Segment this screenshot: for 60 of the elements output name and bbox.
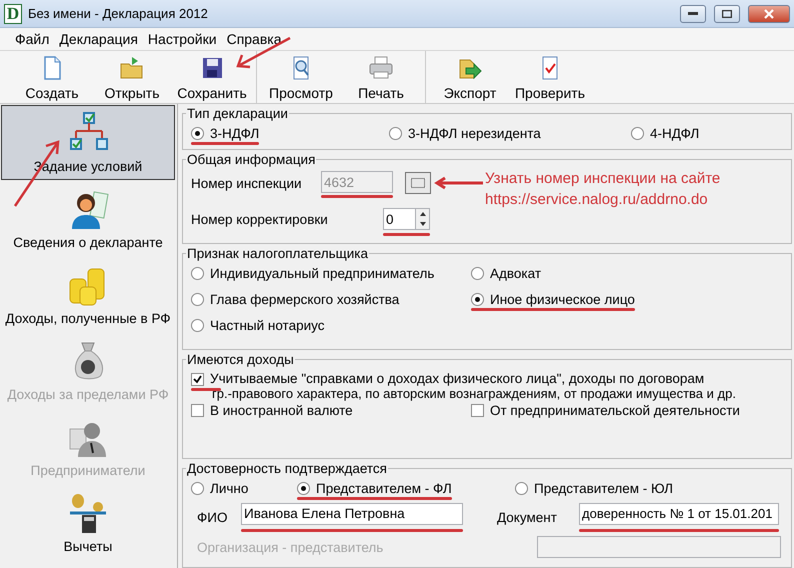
close-button[interactable] bbox=[748, 4, 790, 22]
radio-button[interactable]: 4-НДФЛ bbox=[631, 121, 700, 145]
sidebar-item[interactable]: Доходы, полученные в РФ bbox=[1, 257, 175, 332]
dotted-frame-icon bbox=[411, 178, 425, 188]
document-field[interactable]: доверенность № 1 от 15.01.201 bbox=[579, 502, 779, 524]
toolbar-button[interactable]: Сохранить bbox=[174, 51, 250, 103]
toolbar-button[interactable]: Создать bbox=[14, 51, 90, 103]
group-title: Признак налогоплательщика bbox=[186, 246, 369, 261]
checkbox-label: От предпринимательской деятельности bbox=[490, 403, 740, 418]
menu-item[interactable]: Файл bbox=[10, 31, 54, 47]
arrow-icon bbox=[433, 176, 485, 190]
group-title: Тип декларации bbox=[186, 106, 289, 121]
radio-button[interactable]: Иное физическое лицо bbox=[471, 287, 635, 311]
toolbar-button[interactable]: Печать bbox=[343, 51, 419, 103]
down-triangle-icon bbox=[420, 222, 426, 226]
window-title: Без имени - Декларация 2012 bbox=[28, 6, 209, 21]
radio-button[interactable]: Частный нотариус bbox=[191, 313, 324, 337]
field-label: Номер инспекции bbox=[191, 176, 303, 190]
field-label: Документ bbox=[497, 510, 558, 524]
menu-item[interactable]: Декларация bbox=[54, 31, 143, 47]
field-label: Номер корректировки bbox=[191, 212, 329, 226]
group-title: Достоверность подтверждается bbox=[186, 461, 388, 476]
checkbox[interactable] bbox=[471, 404, 484, 417]
maximize-icon bbox=[722, 10, 732, 18]
menu-item[interactable]: Справка bbox=[222, 31, 286, 47]
checkbox-label: Учитываемые "справками о доходах физического лица", доходы по договорам bbox=[210, 371, 704, 386]
checkbox-label: гр.-правового характера, по авторским вознаграждениям, от продажи имущества и др. bbox=[212, 386, 736, 401]
group-title: Общая информация bbox=[186, 152, 316, 167]
up-triangle-icon bbox=[420, 212, 426, 216]
checkbox[interactable] bbox=[191, 373, 204, 386]
field-label: ФИО bbox=[196, 510, 228, 524]
group-title: Имеются доходы bbox=[186, 352, 295, 367]
checkbox-label: В иностранной валюте bbox=[210, 403, 353, 418]
minimize-button[interactable] bbox=[680, 4, 706, 22]
radio-button[interactable]: 3-НДФЛ bbox=[191, 121, 260, 145]
radio-button[interactable]: Адвокат bbox=[471, 261, 542, 285]
radio-button[interactable]: Индивидуальный предприниматель bbox=[191, 261, 434, 285]
maximize-button[interactable] bbox=[714, 4, 740, 22]
radio-button[interactable]: Представителем - ЮЛ bbox=[515, 476, 673, 500]
checkbox[interactable] bbox=[191, 404, 204, 417]
annotation-text: Узнать номер инспекции на сайте bbox=[485, 170, 720, 187]
toolbar-button[interactable]: Просмотр bbox=[263, 51, 339, 103]
toolbar-button[interactable]: Экспорт bbox=[432, 51, 508, 103]
correction-number-field[interactable]: 0 bbox=[383, 208, 415, 230]
toolbar-button[interactable]: Проверить bbox=[512, 51, 588, 103]
radio-button[interactable]: Глава фермерского хозяйства bbox=[191, 287, 400, 311]
app-logo: D bbox=[4, 4, 22, 24]
minimize-icon bbox=[688, 12, 698, 16]
radio-button[interactable]: Представителем - ФЛ bbox=[297, 476, 452, 500]
toolbar-button[interactable]: Открыть bbox=[94, 51, 170, 103]
printer-icon bbox=[367, 54, 395, 82]
name-field[interactable]: Иванова Елена Петровна bbox=[241, 502, 463, 524]
browse-button[interactable] bbox=[405, 172, 431, 194]
close-icon bbox=[764, 8, 774, 18]
field-label: Организация - представитель bbox=[196, 540, 384, 554]
radio-button[interactable]: Лично bbox=[191, 476, 248, 500]
sidebar-item[interactable]: Сведения о декларанте bbox=[1, 181, 175, 256]
menu-item[interactable]: Настройки bbox=[142, 31, 222, 47]
sidebar-item[interactable]: Вычеты bbox=[1, 485, 175, 560]
radio-button[interactable]: 3-НДФЛ нерезидента bbox=[389, 121, 541, 145]
